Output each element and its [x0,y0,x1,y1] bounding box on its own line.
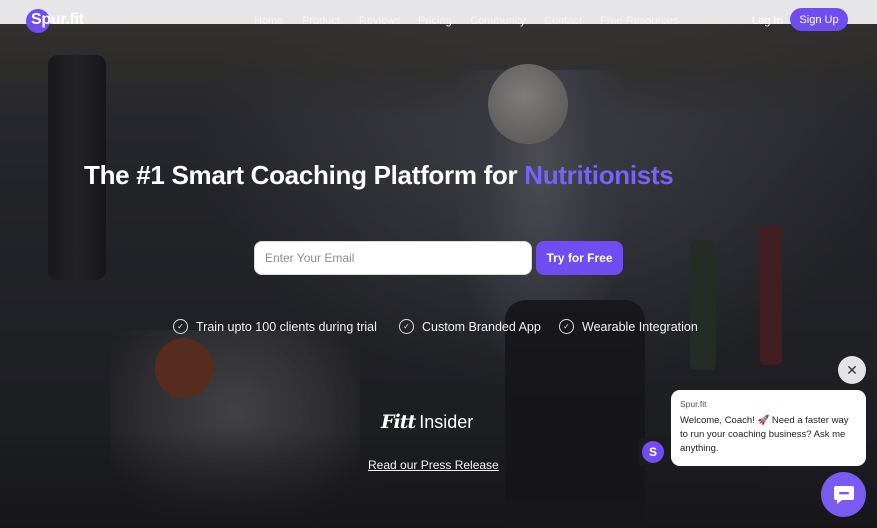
nav-link-product[interactable]: Product [302,15,340,27]
feature-item: ✓ Wearable Integration [559,319,698,334]
close-icon[interactable]: ✕ [838,356,866,384]
nav-link-pricing[interactable]: Pricing [418,15,452,27]
fitt-insider-logo-part2: Insider [419,412,474,432]
fitt-insider-logo: Fitt Insider [381,411,473,433]
check-circle-icon: ✓ [173,319,188,334]
nav-link-home[interactable]: Home [254,15,283,27]
feature-label: Train upto 100 clients during trial [196,319,377,334]
nav-link-contact[interactable]: Contact [544,15,582,27]
email-input[interactable] [254,241,532,275]
signup-button[interactable]: Sign Up [790,8,848,31]
check-circle-icon: ✓ [399,319,414,334]
press-release-link[interactable]: Read our Press Release [368,458,499,472]
headline-text: The #1 Smart Coaching Platform for [84,160,525,190]
chat-launcher-button[interactable] [821,472,866,517]
feature-item: ✓ Train upto 100 clients during trial [173,319,377,334]
nav-link-reviews[interactable]: Reviews [359,15,401,27]
login-link[interactable]: Log In [752,15,783,27]
chat-sender: Spur.fit [680,399,707,409]
feature-label: Wearable Integration [582,319,698,334]
headline-accent: Nutritionists [524,160,674,190]
nav-link-community[interactable]: Community [470,15,526,27]
hero-headline: The #1 Smart Coaching Platform for Nutri… [84,160,674,191]
try-for-free-button[interactable]: Try for Free [536,241,623,275]
logo-text: Spur.fit [31,11,84,28]
chat-message: Welcome, Coach! 🚀 Need a faster way to r… [680,415,849,454]
chat-avatar: S [639,438,667,466]
navbar: Spur.fit Home Product Reviews Pricing Co… [0,0,877,42]
feature-item: ✓ Custom Branded App [399,319,541,334]
fitt-insider-logo-part1: Fitt [381,411,416,433]
nav-link-free-resources[interactable]: Free Resources [600,15,678,27]
chat-icon [833,485,854,504]
chat-avatar-letter: S [642,441,664,463]
chat-message-bubble[interactable]: Spur.fit Welcome, Coach! 🚀 Need a faster… [671,390,866,466]
feature-label: Custom Branded App [422,319,541,334]
check-circle-icon: ✓ [559,319,574,334]
logo[interactable]: Spur.fit [26,9,84,33]
